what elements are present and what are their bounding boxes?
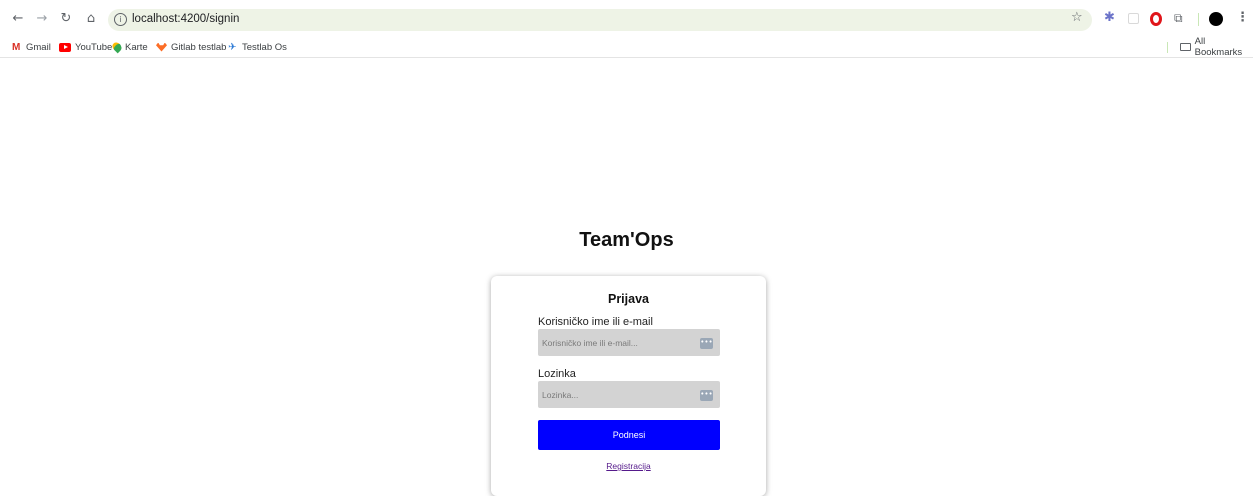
extension-square-icon[interactable] — [1128, 13, 1139, 24]
bookmark-testlab[interactable]: ✈ Testlab Os — [228, 40, 287, 54]
bookmark-youtube[interactable]: YouTube — [59, 40, 112, 54]
password-manager-icon[interactable]: ••• — [700, 390, 713, 401]
site-info-icon[interactable]: i — [114, 13, 127, 26]
bookmark-label: Testlab Os — [242, 41, 287, 53]
page-content: Team'Ops Prijava Korisničko ime ili e-ma… — [0, 58, 1253, 496]
youtube-icon — [59, 42, 71, 52]
forward-arrow-icon[interactable]: → — [33, 10, 51, 28]
browser-toolbar: ← → ↻ ⌂ i localhost:4200/signin ☆ ✱ ⧉ ⋮ — [0, 0, 1253, 38]
bookmark-label: Karte — [125, 41, 148, 53]
address-url[interactable]: localhost:4200/signin — [132, 13, 239, 25]
reload-icon[interactable]: ↻ — [57, 10, 75, 28]
extension-gear-icon[interactable]: ✱ — [1104, 11, 1118, 25]
all-bookmarks[interactable]: All Bookmarks — [1180, 36, 1253, 58]
maps-icon — [110, 40, 124, 54]
bookmark-label: Gmail — [26, 41, 51, 53]
extensions-puzzle-icon[interactable]: ⧉ — [1174, 11, 1188, 25]
bookmark-star-icon[interactable]: ☆ — [1071, 10, 1083, 25]
testlab-icon: ✈ — [228, 41, 237, 53]
address-bar[interactable]: i localhost:4200/signin — [108, 9, 1092, 31]
bookmarks-divider — [1167, 42, 1168, 53]
bookmark-label: YouTube — [75, 41, 113, 53]
home-icon[interactable]: ⌂ — [82, 10, 100, 28]
folder-icon — [1180, 43, 1191, 51]
bookmark-karte[interactable]: Karte — [110, 40, 148, 54]
back-arrow-icon[interactable]: ← — [9, 10, 27, 28]
toolbar-divider — [1198, 13, 1199, 26]
browser-chrome: ← → ↻ ⌂ i localhost:4200/signin ☆ ✱ ⧉ ⋮ … — [0, 0, 1253, 58]
bookmark-label: Gitlab testlab — [171, 41, 227, 53]
password-manager-icon[interactable]: ••• — [700, 338, 713, 349]
menu-kebab-icon[interactable]: ⋮ — [1236, 10, 1249, 25]
login-heading: Prijava — [607, 292, 649, 306]
app-title: Team'Ops — [579, 229, 674, 251]
login-card: Prijava Korisničko ime ili e-mail ••• Lo… — [491, 276, 766, 496]
bookmarks-bar: M Gmail YouTube Karte Gitlab testlab ✈ T… — [0, 36, 1253, 58]
gmail-icon: M — [12, 41, 21, 53]
bookmark-gmail[interactable]: M Gmail — [12, 40, 51, 54]
all-bookmarks-label: All Bookmarks — [1194, 36, 1243, 58]
password-input[interactable] — [538, 381, 720, 408]
opera-icon[interactable] — [1150, 12, 1162, 26]
username-label: Korisničko ime ili e-mail — [538, 316, 653, 328]
bookmark-gitlab[interactable]: Gitlab testlab — [156, 40, 226, 54]
register-link[interactable]: Registracija — [491, 461, 766, 471]
username-input[interactable] — [538, 329, 720, 356]
profile-avatar[interactable] — [1209, 12, 1223, 26]
password-label: Lozinka — [538, 368, 576, 380]
submit-button[interactable]: Podnesi — [538, 420, 720, 450]
gitlab-icon — [156, 42, 167, 52]
